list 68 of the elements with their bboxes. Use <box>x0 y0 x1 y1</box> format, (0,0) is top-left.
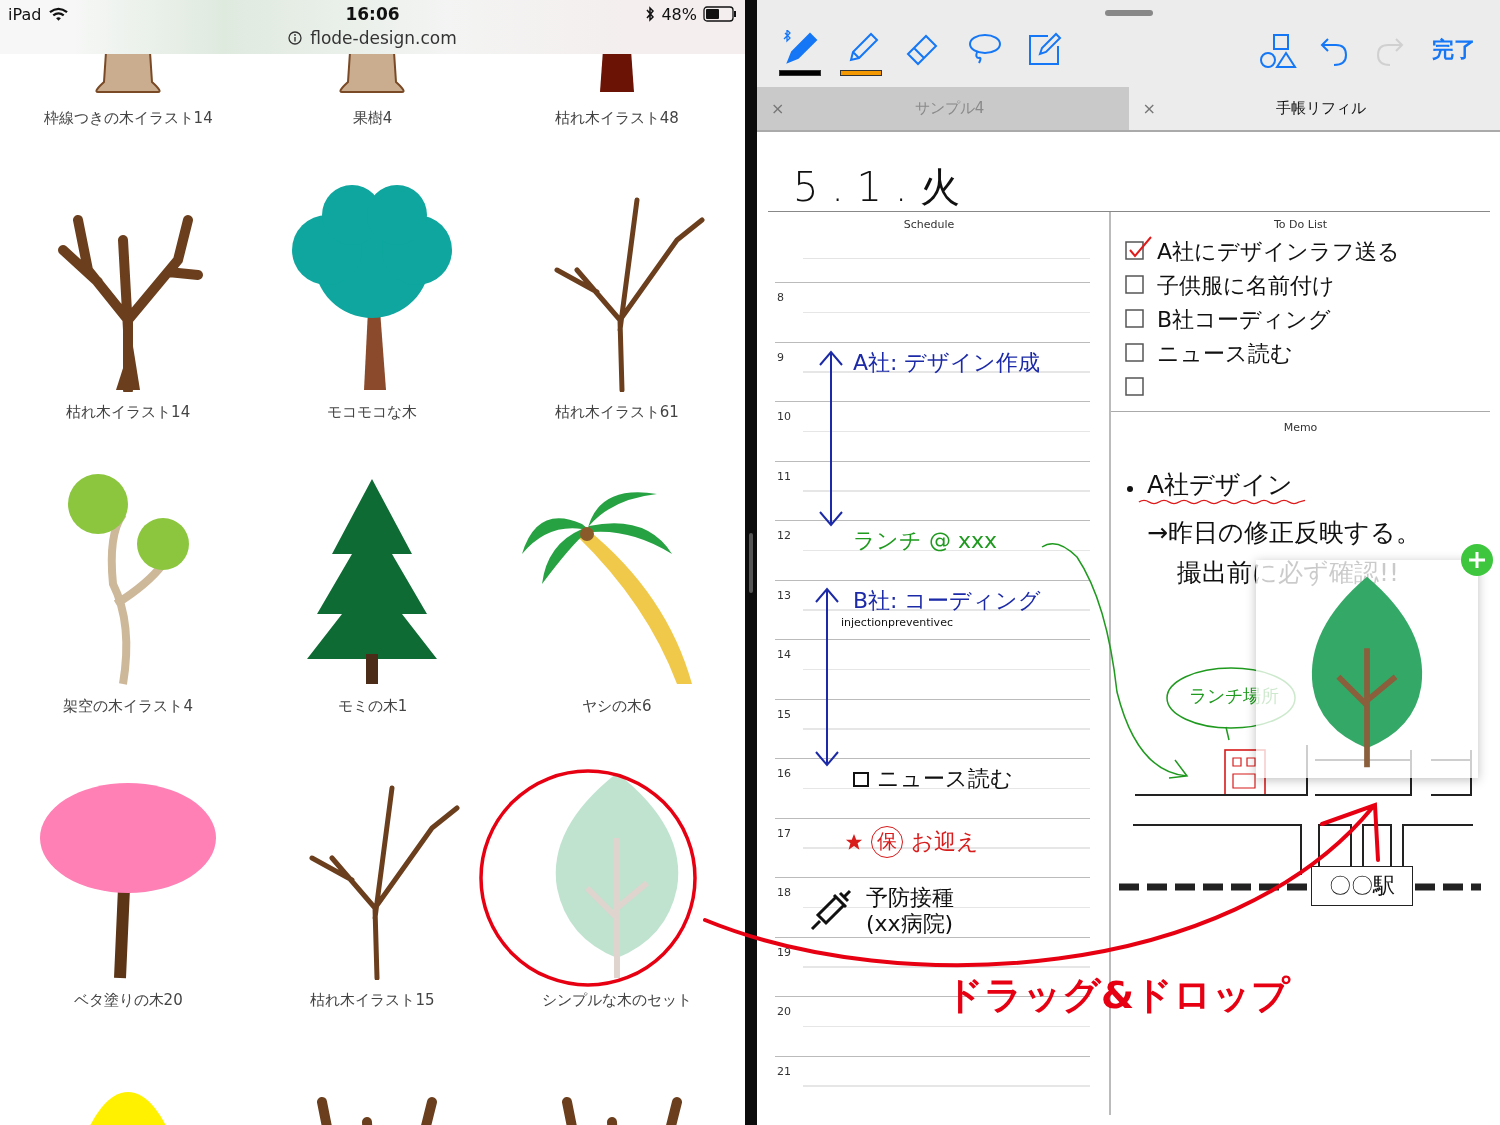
hour-label: 19 <box>777 945 791 959</box>
handwritten-note: ランチ @ xxx <box>853 528 999 554</box>
hour-label: 17 <box>777 826 791 840</box>
handwritten-note: (xx病院) <box>866 911 954 937</box>
todo-text: B社コーディング <box>1157 307 1332 333</box>
annotation-label: ドラッグ&ドロップ <box>945 972 1291 1019</box>
syringe-icon <box>808 889 852 933</box>
handwritten-note: A社: デザイン作成 <box>853 349 1042 376</box>
handwritten-memo: →昨日の修正反映する。 <box>1147 520 1422 546</box>
illustration-title[interactable]: 枯れ木イラスト15 <box>310 990 435 1010</box>
device-name: iPad <box>8 4 42 24</box>
illustration-title[interactable]: 枯れ木イラスト14 <box>66 402 191 422</box>
illustration-title[interactable]: ベタ塗りの木20 <box>73 990 183 1010</box>
battery-icon <box>703 6 737 22</box>
handwritten-note: お迎え <box>911 828 979 855</box>
station-label: 〇〇駅 <box>1311 866 1413 906</box>
todo-heading: To Do List <box>1273 217 1328 233</box>
hour-label: 16 <box>777 767 791 780</box>
hour-label: 12 <box>777 529 791 542</box>
hour-label: 18 <box>777 886 791 899</box>
illustration-title[interactable]: 枯れ木イラスト61 <box>554 402 679 422</box>
hour-label: 21 <box>777 1064 791 1078</box>
hour-label: 15 <box>777 707 791 721</box>
clock-time: 16:06 <box>345 4 400 24</box>
shapes-icon[interactable] <box>1258 33 1298 69</box>
info-icon[interactable] <box>288 31 303 45</box>
checkbox-icon <box>853 771 869 787</box>
hour-label: 10 <box>777 410 791 423</box>
illustration-title[interactable]: 果樹4 <box>352 108 393 128</box>
close-tab-button[interactable]: × <box>1142 99 1156 118</box>
handwritten-date: 5 . 1 . 火 <box>768 132 1490 212</box>
hour-label: 13 <box>777 588 791 602</box>
hour-label: 9 <box>777 350 784 364</box>
illustration-title[interactable]: 枠線つきの木イラスト14 <box>43 108 213 128</box>
address-bar-url[interactable]: flode-design.com <box>310 28 457 48</box>
tab-label[interactable]: 手帳リフィル <box>1155 99 1486 118</box>
memo-heading: Memo <box>1282 420 1319 436</box>
todo-text: ニュース読む <box>1157 341 1293 367</box>
handwritten-note: 予防接種 <box>866 885 954 911</box>
typed-text: injectionpreventivec <box>841 615 954 629</box>
document-tab[interactable]: × 手帳リフィル <box>1128 87 1500 130</box>
bullet-dot <box>1127 486 1133 492</box>
done-button[interactable]: 完了 <box>1432 35 1476 65</box>
hour-label: 8 <box>777 291 784 304</box>
handwritten-note: ニュース読む <box>877 766 1013 792</box>
plus-icon <box>1461 544 1493 576</box>
pen-tool[interactable] <box>777 30 822 78</box>
illustration-title[interactable]: 架空の木イラスト4 <box>63 696 193 716</box>
handwritten-note: B社: コーディング <box>853 587 1043 614</box>
handwritten-memo: A社デザイン <box>1147 472 1295 498</box>
schedule-heading: Schedule <box>902 217 956 233</box>
hour-label: 14 <box>777 648 791 661</box>
hour-label: 11 <box>777 469 791 483</box>
todo-text: A社にデザインラフ送る <box>1157 239 1401 265</box>
illustration-title[interactable]: 枯れ木イラスト48 <box>554 108 679 128</box>
todo-checkbox[interactable] <box>1125 235 1153 261</box>
bluetooth-icon <box>645 6 656 22</box>
battery-percent: 48% <box>661 4 697 24</box>
wifi-icon <box>49 6 69 22</box>
hour-label: 20 <box>777 1005 791 1018</box>
star-icon <box>845 832 863 851</box>
highlighter-tool[interactable] <box>838 30 883 78</box>
illustration-title[interactable]: モミの木1 <box>337 696 408 716</box>
illustration-title[interactable]: シンプルな木のセット <box>541 990 692 1010</box>
todo-text: 子供服に名前付け <box>1157 273 1335 299</box>
drag-handle[interactable] <box>1105 10 1153 16</box>
illustration-title[interactable]: モコモコな木 <box>327 402 418 422</box>
illustration-title[interactable]: ヤシの木6 <box>582 696 652 716</box>
